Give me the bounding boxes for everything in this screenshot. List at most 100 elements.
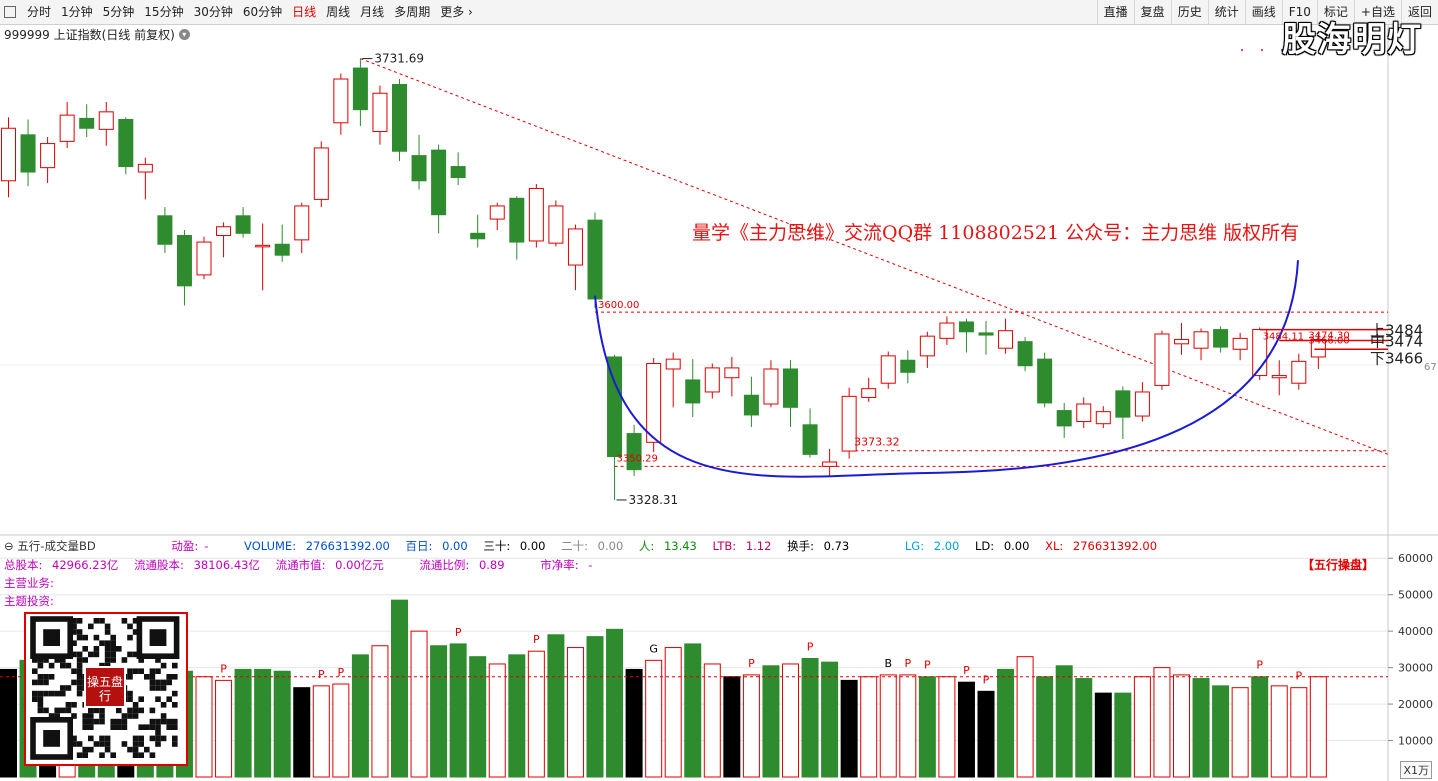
candle-up <box>98 111 114 130</box>
candle-down <box>352 67 368 111</box>
qr-module <box>155 741 161 747</box>
qr-module <box>127 696 133 702</box>
qr-module <box>121 724 128 730</box>
candle-down <box>392 83 407 152</box>
qr-module <box>149 735 156 742</box>
qr-module <box>65 662 72 669</box>
qr-module <box>99 741 105 747</box>
qr-module <box>172 718 178 725</box>
ld-value: 0.00 <box>1003 539 1030 553</box>
candle-down <box>587 219 603 300</box>
candle-down <box>958 321 974 333</box>
qr-module <box>37 679 44 686</box>
volume-bar <box>997 668 1015 778</box>
candle-up <box>255 244 271 248</box>
qr-module <box>76 657 83 663</box>
qr-module <box>76 634 83 641</box>
marker-dot <box>1241 49 1243 51</box>
zongguben-label: 总股本: <box>4 558 43 572</box>
qr-module <box>144 746 150 753</box>
bili-value: 0.89 <box>478 558 505 572</box>
volume-bar <box>371 645 389 778</box>
qr-module <box>155 718 161 725</box>
qr-module <box>82 657 88 663</box>
qr-module <box>93 634 100 641</box>
volume-bar <box>625 668 643 778</box>
volume-bar <box>664 647 682 778</box>
volume-bar <box>1036 676 1054 778</box>
qr-module <box>160 718 167 725</box>
price-axis-value: 67 <box>1424 362 1437 373</box>
candle-down <box>1017 341 1033 367</box>
candle-up <box>216 226 232 236</box>
level-3484-label: 3484.11 <box>1263 332 1304 343</box>
candle-down <box>743 394 759 416</box>
candle-up <box>1232 337 1248 350</box>
ltb-value: 1.12 <box>745 539 772 553</box>
volume-signal-mark: P <box>983 673 990 686</box>
volume-bar <box>215 679 233 778</box>
candle-down <box>1037 358 1053 404</box>
candle-up <box>489 205 505 220</box>
qr-module <box>166 679 172 686</box>
volume-bar <box>860 676 878 778</box>
volume-bar <box>195 676 213 778</box>
qr-module <box>138 696 144 702</box>
sanshi-label: 三十: <box>483 539 511 553</box>
marker-dot <box>1261 49 1263 51</box>
price-low-label: 3328.31 <box>629 493 679 507</box>
qr-module <box>172 662 178 669</box>
volume-bar <box>762 665 780 778</box>
volume-bar <box>1192 678 1210 778</box>
qr-module <box>65 702 72 708</box>
wuxing-tag[interactable]: 【五行操盘】 <box>1302 556 1374 573</box>
qr-module <box>127 623 133 630</box>
bairi-value: 0.00 <box>442 539 468 553</box>
candle-up <box>137 163 153 173</box>
candle-up <box>196 241 212 276</box>
qr-module <box>93 741 100 747</box>
liutong-value: 38106.43亿 <box>193 558 260 572</box>
candle-down <box>783 368 798 408</box>
qr-module <box>127 690 133 697</box>
candle-up <box>567 228 583 266</box>
qr-module <box>166 674 172 680</box>
qr-module <box>71 702 77 708</box>
ren-value: 13.43 <box>663 539 697 553</box>
volume-bar <box>723 676 741 778</box>
qr-module <box>82 713 88 719</box>
volume-signal-mark: P <box>807 641 814 654</box>
bili-label: 流通比例: <box>419 558 470 572</box>
qr-module <box>60 707 66 714</box>
volume-bar <box>1133 676 1151 778</box>
dongying-value: - <box>204 539 209 553</box>
qr-module <box>76 685 83 691</box>
volume-bar <box>1212 685 1230 778</box>
qr-module <box>32 690 38 697</box>
sanshi-value: 0.00 <box>519 539 546 553</box>
candle-down <box>470 232 486 240</box>
qr-module <box>127 746 133 753</box>
qr-module <box>149 718 156 725</box>
volume-bar <box>312 685 330 778</box>
ren-label: 人: <box>638 539 655 553</box>
volume-signal-mark: P <box>220 662 227 675</box>
qr-module <box>172 674 178 680</box>
qr-module <box>99 718 105 725</box>
qr-module <box>93 718 100 725</box>
qr-module <box>149 685 156 691</box>
qr-module <box>76 674 83 680</box>
qr-module <box>149 679 156 686</box>
qr-module <box>127 651 133 658</box>
qr-module <box>127 634 133 641</box>
volume-bar <box>1016 656 1034 778</box>
qr-module <box>172 702 178 708</box>
qr-module <box>127 707 133 714</box>
volume-bar <box>0 668 17 778</box>
qr-module <box>110 640 116 646</box>
indicator-name[interactable]: ⊖ 五行-成交量BD <box>4 539 102 553</box>
shizhi-value: 0.00亿元 <box>335 558 384 572</box>
volume-signal-mark: P <box>455 626 462 639</box>
volume-bar <box>742 674 760 778</box>
qr-module <box>104 640 111 646</box>
